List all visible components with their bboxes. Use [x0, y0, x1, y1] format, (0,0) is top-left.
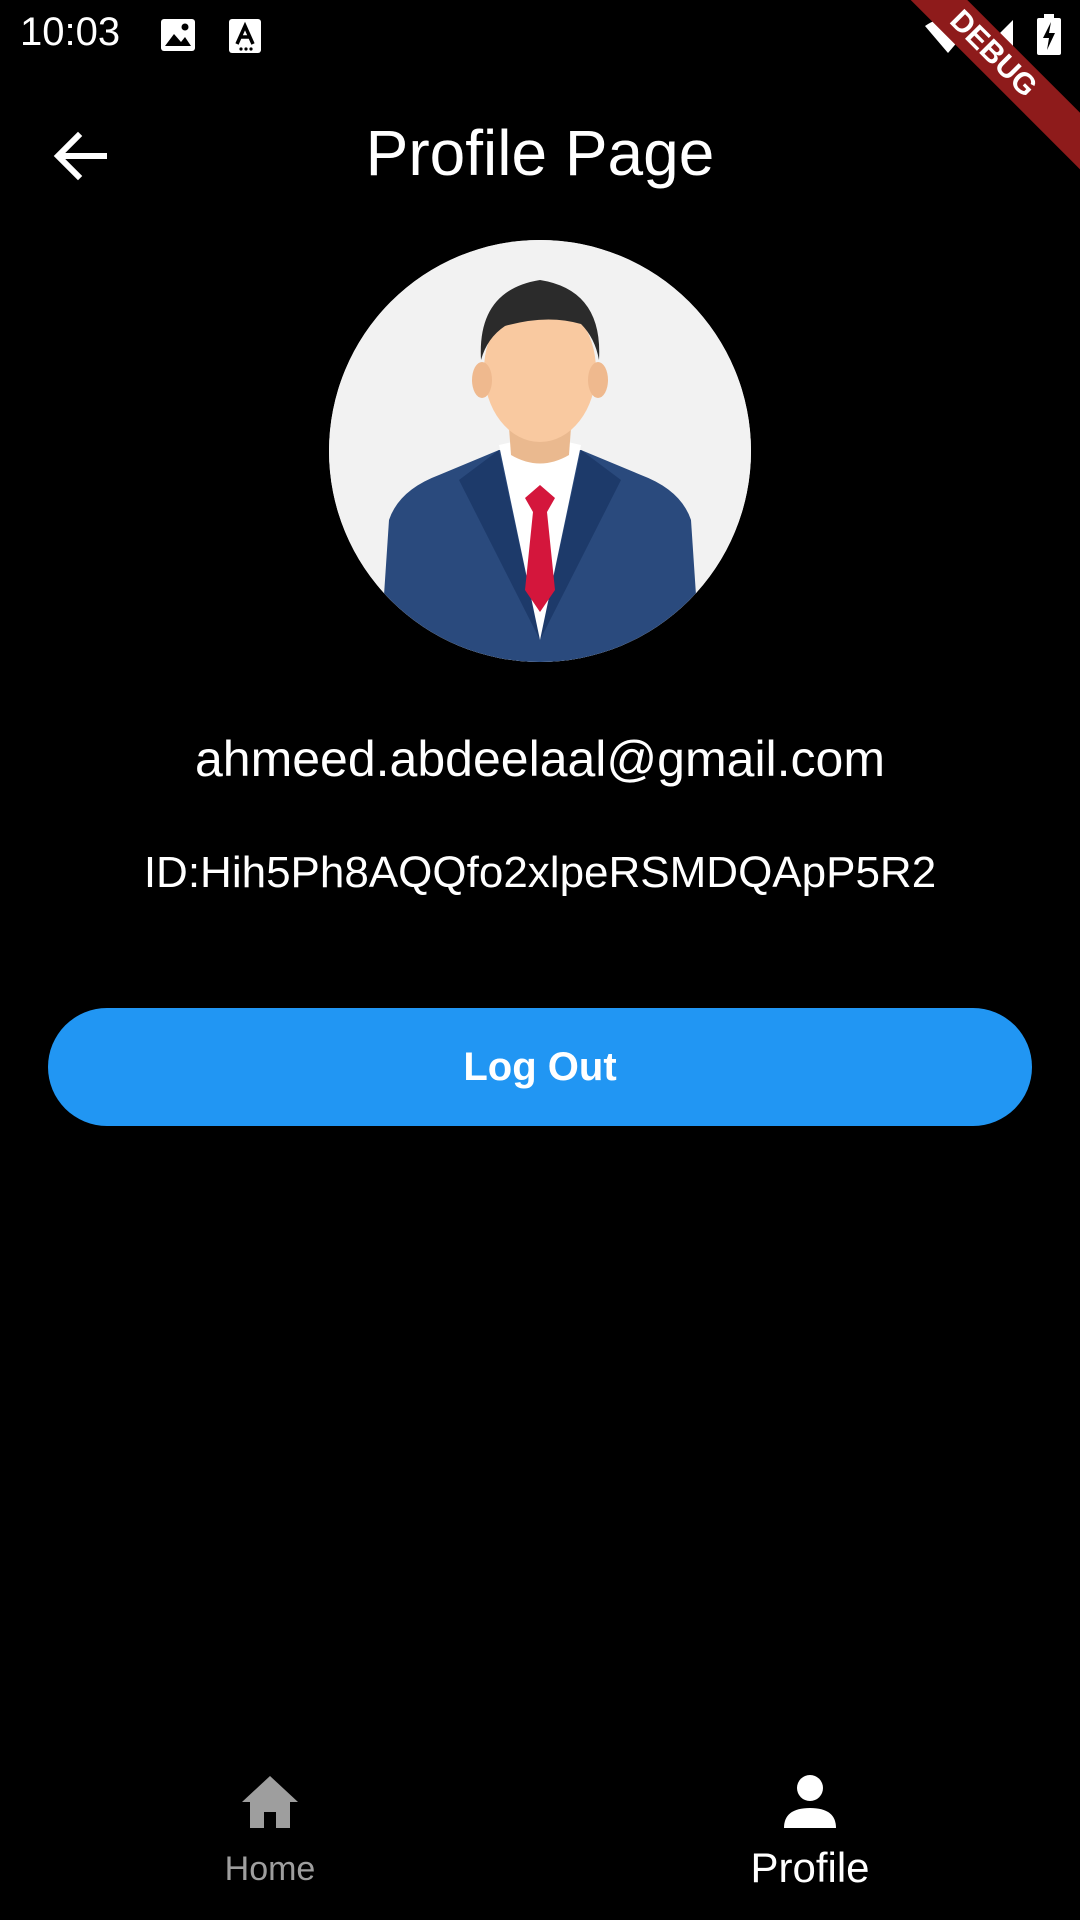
businessman-avatar-icon	[329, 240, 751, 662]
image-icon	[160, 18, 196, 57]
nav-item-profile[interactable]: Profile	[540, 1750, 1080, 1920]
logout-button[interactable]: Log Out	[48, 1008, 1032, 1126]
user-id-text: ID:Hih5Ph8AQQfo2xlpeRSMDQApP5R2	[143, 848, 937, 897]
battery-charging-icon	[1036, 14, 1062, 61]
home-icon	[242, 1776, 298, 1828]
nav-item-home[interactable]: Home	[0, 1750, 540, 1920]
bottom-nav: Home Profile	[0, 1750, 1080, 1920]
app-bar: Profile Page	[0, 72, 1080, 240]
person-icon	[784, 1775, 836, 1828]
status-time: 10:03	[20, 10, 121, 54]
text-a-icon	[228, 18, 262, 59]
page-title: Profile Page	[365, 117, 715, 189]
nav-label-profile: Profile	[750, 1844, 870, 1891]
status-bar: 10:03	[0, 0, 1080, 72]
avatar	[329, 240, 751, 662]
nav-label-home: Home	[224, 1850, 316, 1888]
email-text: ahmeed.abdeelaal@gmail.com	[194, 731, 886, 787]
